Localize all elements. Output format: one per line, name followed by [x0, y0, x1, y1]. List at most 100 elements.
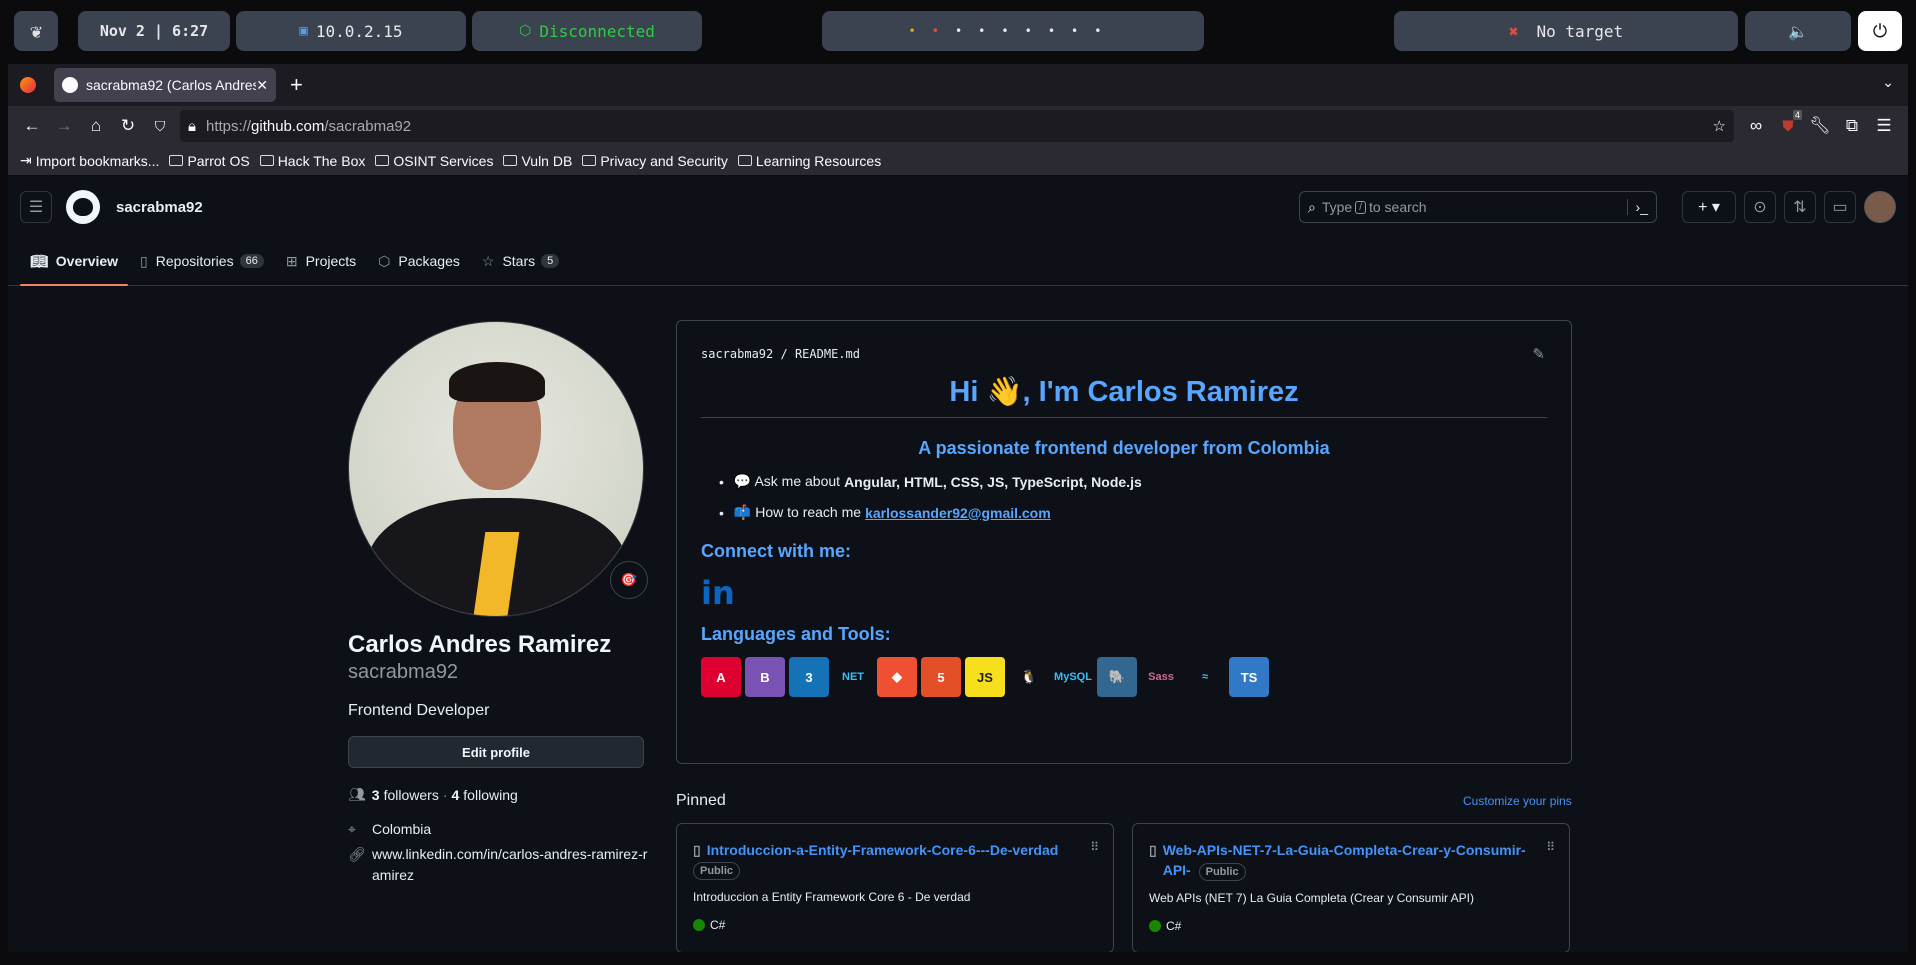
tailwind-icon[interactable]: ≈ — [1185, 657, 1225, 697]
bookmark-folder-osint[interactable]: OSINT Services — [375, 153, 493, 169]
search-input[interactable]: ⌕ Type / to search ›_ — [1299, 191, 1657, 223]
following-label: following — [463, 786, 518, 803]
parrot-menu-button[interactable]: ❦ — [14, 11, 58, 51]
followers-link[interactable]: 3 followers — [372, 787, 439, 803]
profile-bio: Frontend Developer — [348, 702, 490, 719]
bookmark-label: OSINT Services — [393, 152, 494, 169]
bookmarks-toolbar: ⇥ Import bookmarks... Parrot OS Hack The … — [8, 146, 1908, 176]
target-indicator[interactable]: ✖ No target — [1394, 11, 1738, 51]
home-button[interactable]: ⌂ — [80, 110, 112, 142]
volume-button[interactable]: 🔈 — [1745, 11, 1851, 51]
url-bar[interactable]: 🔒︎ https://github.com/sacrabma92 ☆ — [180, 110, 1734, 142]
tab-packages[interactable]: ⬡ Packages — [368, 237, 470, 285]
tracking-protection-shield-icon[interactable]: ⛉ — [144, 110, 176, 142]
hamburger-menu-icon[interactable]: ☰ — [1868, 110, 1900, 142]
linkedin-icon[interactable]: in — [701, 574, 1547, 612]
tab-github-profile[interactable]: sacrabma92 (Carlos Andres Ramirez) ✕ — [54, 68, 276, 102]
people-icon: 👥︎ — [348, 786, 366, 802]
forward-button[interactable]: → — [48, 110, 80, 142]
back-button[interactable]: ← — [16, 110, 48, 142]
tab-stars[interactable]: ☆ Stars 5 — [472, 237, 569, 285]
drag-handle-icon[interactable]: ⠿ — [1546, 840, 1555, 854]
github-logo-icon[interactable] — [66, 190, 100, 224]
pinned-repo-link[interactable]: Introduccion-a-Entity-Framework-Core-6--… — [707, 840, 1059, 860]
postgresql-icon[interactable]: 🐘 — [1097, 657, 1137, 697]
typescript-icon[interactable]: TS — [1229, 657, 1269, 697]
inbox-button[interactable]: ▭ — [1824, 191, 1856, 223]
repositories-count: 66 — [239, 254, 264, 268]
close-tab-icon[interactable]: ✕ — [256, 77, 268, 94]
readme-path-file[interactable]: README.md — [795, 347, 860, 361]
network-icon: ▣ — [299, 23, 308, 39]
private-mask-icon[interactable]: ∞ — [1740, 110, 1772, 142]
git-icon[interactable]: ◆ — [877, 657, 917, 697]
command-palette-icon[interactable]: ›_ — [1626, 199, 1648, 215]
drag-handle-icon[interactable]: ⠿ — [1090, 840, 1099, 854]
create-new-button[interactable]: + ▾ — [1682, 191, 1736, 223]
bootstrap-icon[interactable]: B — [745, 657, 785, 697]
ublock-extension-icon[interactable]: ⛊ 4 — [1772, 110, 1804, 142]
profile-full-name: Carlos Andres Ramirez — [348, 631, 612, 658]
reload-button[interactable]: ↻ — [112, 110, 144, 142]
location-icon: ⌖ — [348, 821, 356, 837]
set-status-button[interactable]: 🎯 — [610, 561, 648, 599]
edit-readme-pencil-icon[interactable]: ✎ — [1532, 345, 1545, 363]
customize-pins-link[interactable]: Customize your pins — [1463, 794, 1572, 808]
clock: Nov 2 | 6:27 — [78, 11, 230, 51]
email-link[interactable]: karlossander92@gmail.com — [865, 505, 1051, 521]
bookmark-folder-learning[interactable]: Learning Resources — [737, 153, 881, 169]
firefox-icon[interactable] — [20, 77, 36, 93]
tab-projects[interactable]: ⊞ Projects — [276, 237, 366, 285]
user-avatar[interactable] — [1864, 191, 1896, 223]
visibility-badge: Public — [1198, 863, 1246, 881]
navigation-bar: ← → ⌂ ↻ ⛉ 🔒︎ https://github.com/sacrabma… — [8, 106, 1908, 146]
context-username[interactable]: sacrabma92 — [116, 199, 203, 216]
dotnet-icon[interactable]: NET — [833, 657, 873, 697]
search-placeholder-suffix: to search — [1368, 199, 1427, 215]
open-global-nav-button[interactable]: ☰ — [20, 191, 52, 223]
list-tabs-chevron-icon[interactable]: ⌄ — [1882, 74, 1894, 91]
website-link[interactable]: www.linkedin.com/in/carlos-andres-ramire… — [372, 844, 648, 886]
profile-avatar[interactable] — [348, 321, 644, 617]
issues-button[interactable]: ⊙ — [1744, 191, 1776, 223]
linux-icon[interactable]: 🐧 — [1009, 657, 1049, 697]
bookmark-folder-privacy[interactable]: Privacy and Security — [582, 153, 728, 169]
target-status: No target — [1536, 21, 1624, 41]
extensions-puzzle-icon[interactable]: ⧉ — [1836, 110, 1868, 142]
tab-label: Repositories — [155, 253, 234, 269]
language-color-dot — [1149, 920, 1161, 932]
edit-profile-button[interactable]: Edit profile — [348, 736, 644, 768]
pinned-repo-link[interactable]: Web-APIs-NET-7-La-Guia-Completa-Crear-y-… — [1163, 840, 1553, 881]
following-link[interactable]: 4 following — [452, 787, 518, 803]
workspace-dots[interactable]: ••••••• — [955, 24, 1118, 38]
tab-overview[interactable]: 📖︎ Overview — [20, 237, 129, 286]
inbox-icon: ▭ — [1832, 199, 1848, 216]
url-domain: github.com — [251, 117, 325, 135]
bookmark-star-icon[interactable]: ☆ — [1713, 117, 1726, 135]
workspace-dot-occupied[interactable]: • — [932, 24, 955, 38]
mysql-icon[interactable]: MySQL — [1053, 657, 1093, 697]
profile-location: ⌖ Colombia — [348, 819, 648, 840]
readme-reach-item: 📫 How to reach me karlossander92@gmail.c… — [719, 504, 1547, 521]
sass-icon[interactable]: Sass — [1141, 657, 1181, 697]
workspace-dot-active[interactable]: • — [908, 24, 931, 38]
readme-path-separator: / — [780, 347, 788, 361]
bookmark-import[interactable]: ⇥ Import bookmarks... — [20, 152, 159, 169]
new-tab-button[interactable]: + — [290, 72, 303, 98]
star-icon: ☆ — [481, 252, 495, 269]
ask-prefix: 💬 Ask me about — [733, 473, 841, 489]
bookmark-folder-hack-the-box[interactable]: Hack The Box — [259, 153, 365, 169]
power-button[interactable]: ⏻ — [1858, 11, 1902, 51]
workspace-switcher[interactable]: • • ••••••• — [822, 11, 1204, 51]
bookmark-folder-parrot-os[interactable]: Parrot OS — [169, 153, 250, 169]
readme-path-user[interactable]: sacrabma92 — [701, 347, 773, 361]
bookmark-folder-vuln-db[interactable]: Vuln DB — [503, 153, 572, 169]
angular-icon[interactable]: A — [701, 657, 741, 697]
pull-requests-button[interactable]: ⇅ — [1784, 191, 1816, 223]
html5-icon[interactable]: 5 — [921, 657, 961, 697]
vpn-status: Disconnected — [539, 21, 655, 41]
javascript-icon[interactable]: JS — [965, 657, 1005, 697]
tab-repositories[interactable]: ▯ Repositories 66 — [130, 237, 274, 285]
wrench-icon[interactable]: 🔧︎ — [1804, 110, 1836, 142]
css3-icon[interactable]: 3 — [789, 657, 829, 697]
